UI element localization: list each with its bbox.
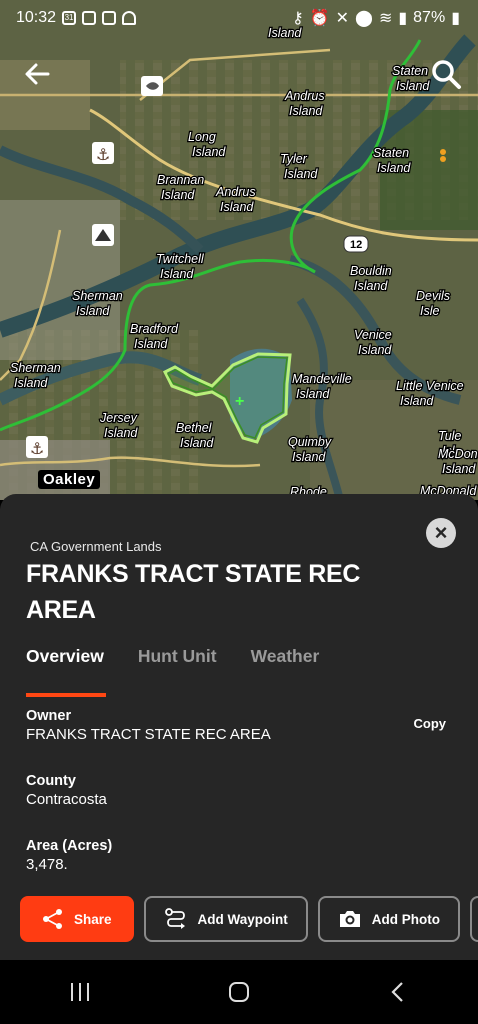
signal-icon: ▮ [398,10,408,27]
share-icon [43,909,62,929]
tab-hunt-unit[interactable]: Hunt Unit [138,646,217,667]
close-icon: × [434,520,448,545]
status-time: 10:32 [16,9,57,26]
camera-icon [339,911,360,927]
boat-ramp-poi-icon[interactable] [92,224,114,246]
highway-number: 12 [350,239,362,251]
map-marker[interactable] [440,149,446,155]
more-actions-button[interactable] [470,896,478,942]
arrow-left-icon [25,63,50,85]
land-category: CA Government Lands [30,539,162,554]
active-tab-indicator [26,693,106,697]
share-button[interactable]: Share [20,896,134,942]
tab-overview[interactable]: Overview [26,646,104,667]
notification-icon [82,11,97,25]
page-title: FRANKS TRACT STATE REC AREA [26,560,361,624]
route-waypoint-icon [164,908,185,929]
key-icon: ⚷ [291,10,304,27]
wifi-icon: ≋ [378,10,393,27]
system-nav-bar [0,960,478,1024]
recent-apps-icon [70,983,89,1001]
city-label: Oakley [38,470,101,489]
map-label: Bouldin Island [350,264,392,293]
search-icon [432,60,461,89]
copy-button[interactable]: Copy [414,716,447,731]
map-label: McDonaIsland [438,447,478,476]
county-value: Contracosta [26,791,107,808]
share-label: Share [74,911,112,927]
close-button[interactable]: × [426,518,456,548]
area-label: Area (Acres) [26,838,113,854]
county-label: County [26,773,76,789]
owner-field: Owner FRANKS TRACT STATE REC AREA [26,708,271,743]
add-waypoint-label: Add Waypoint [197,911,288,927]
action-bar: Share Add Waypoint Add Photo [20,896,478,942]
add-photo-label: Add Photo [371,911,441,927]
map-label: Venice Island [354,328,392,357]
app-icon [122,11,137,25]
owner-value: FRANKS TRACT STATE REC AREA [26,726,271,743]
mute-icon: ✕ [335,10,350,27]
map-label: Quimby Island [288,435,332,464]
map-view[interactable]: + Island Staten Island Andrus Island Long I… [0,0,478,500]
status-bar: 10:32 31 ⚷ ⏰ ✕ ⬤ ≋ ▮ 87% ▮ [0,0,478,36]
area-field: Area (Acres) 3,478. [26,838,112,873]
add-waypoint-button[interactable]: Add Waypoint [143,896,308,942]
details-sheet: × CA Government Lands FRANKS TRACT STATE… [0,494,478,960]
recent-apps-button[interactable] [60,972,100,1012]
chevron-left-icon [391,982,404,1002]
highway-shield: 12 [343,235,369,253]
map-label: Jersey Island [99,411,138,440]
gallery-icon [102,11,117,25]
satellite-map[interactable]: + Island Staten Island Andrus Island Long I… [0,0,478,500]
svg-text:⚓: ⚓ [30,439,44,458]
marina-poi-icon[interactable]: ⚓ [26,436,48,458]
search-button[interactable] [430,58,462,90]
map-marker[interactable] [440,156,446,162]
tab-weather[interactable]: Weather [251,646,320,667]
map-label: Andrus Island [284,89,325,118]
back-button[interactable] [22,58,54,90]
map-label: Bethel Island [176,421,214,450]
marina-poi-icon[interactable]: ⚓ [92,142,114,164]
owner-label: Owner [26,708,72,724]
area-value: 3,478. [26,856,68,873]
county-field: County Contracosta [26,773,107,808]
home-icon [228,982,249,1002]
battery-icon: ▮ [451,10,460,27]
map-label: Andrus Island [215,185,256,214]
map-center-marker: + [235,393,244,410]
calendar-date: 31 [64,13,74,22]
map-label: Staten Island [373,146,411,175]
map-label: Staten Island [392,64,430,93]
nav-back-button[interactable] [378,972,418,1012]
battery-percent: 87% [413,9,446,26]
location-icon: ⬤ [355,10,373,27]
alarm-icon: ⏰ [309,10,330,27]
fishing-poi-icon[interactable] [141,76,163,96]
calendar-icon: 31 [62,11,77,25]
svg-text:⚓: ⚓ [96,145,110,164]
tab-bar: Overview Hunt Unit Weather [26,646,319,667]
add-photo-button[interactable]: Add Photo [317,896,461,942]
home-button[interactable] [219,972,259,1012]
